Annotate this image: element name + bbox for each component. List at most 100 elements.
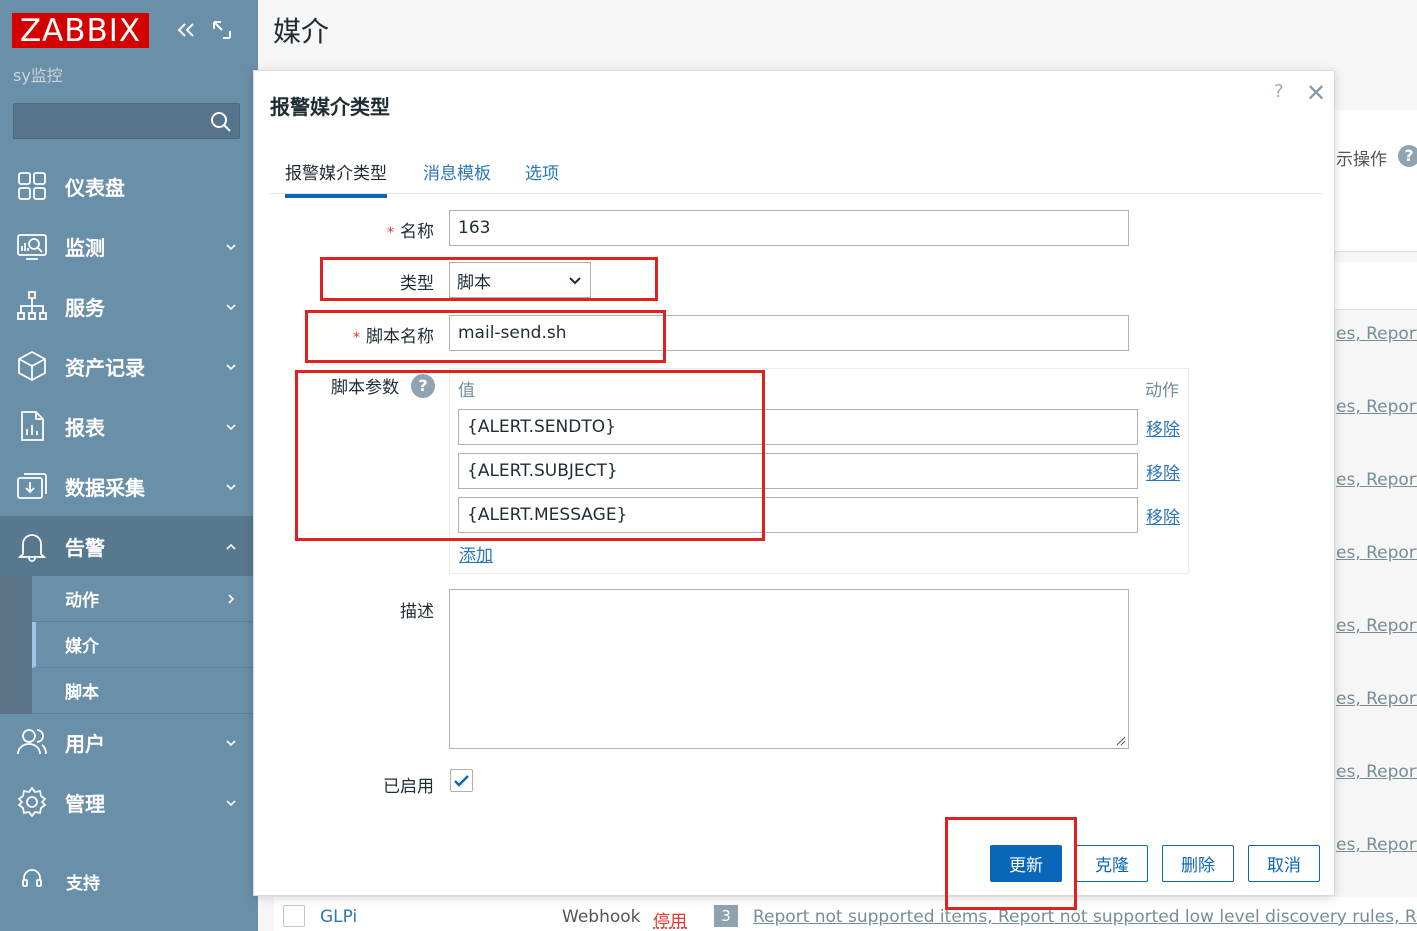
nav-label: 资产记录: [65, 355, 145, 380]
chevron-down-icon: [569, 277, 581, 285]
column-header-value: 值: [458, 381, 475, 401]
nav-reports[interactable]: 报表: [0, 396, 258, 456]
param-input[interactable]: {ALERT.MESSAGE}: [458, 497, 1138, 533]
nav-support[interactable]: 支持: [20, 866, 100, 895]
chevron-down-icon: [226, 424, 236, 431]
description-field[interactable]: [449, 589, 1129, 749]
media-name-link[interactable]: GLPi: [320, 907, 357, 927]
chevron-down-icon: [226, 304, 236, 311]
delete-button[interactable]: 删除: [1162, 845, 1234, 882]
add-param-link[interactable]: 添加: [459, 541, 493, 566]
monitoring-icon: [17, 234, 47, 260]
count-badge: 3: [714, 905, 738, 927]
name-field[interactable]: 163: [449, 210, 1129, 246]
param-input[interactable]: {ALERT.SENDTO}: [458, 409, 1138, 445]
submenu-rail: [0, 576, 32, 714]
users-icon: [17, 729, 47, 755]
nav-dashboard[interactable]: 仪表盘: [0, 156, 258, 216]
table-header-area: [1333, 110, 1417, 252]
nav-label: 服务: [65, 295, 105, 320]
report-link[interactable]: es, Report: [1336, 762, 1417, 782]
checkmark-icon: [454, 775, 469, 787]
reports-icon: [21, 411, 44, 441]
sidebar: ZABBIX sy监控 仪表盘 监测 服务 资产记录 报表 数据采集 告警 动作…: [0, 0, 258, 931]
column-header-operations: 示操作: [1336, 150, 1387, 170]
bell-icon: [17, 534, 47, 562]
nav-inventory[interactable]: 资产记录: [0, 336, 258, 396]
update-button[interactable]: 更新: [990, 845, 1062, 882]
media-type-dialog: 报警媒介类型 ? ✕ 报警媒介类型 消息模板 选项 * 名称 163 类型 脚本 …: [253, 70, 1335, 896]
nav-label: 管理: [65, 791, 105, 816]
chevron-down-icon: [226, 244, 236, 251]
data-collection-icon: [17, 473, 47, 499]
report-link[interactable]: es, Report: [1336, 689, 1417, 709]
page-title: 媒介: [273, 15, 330, 48]
dialog-title: 报警媒介类型: [270, 95, 390, 119]
subnav-scripts[interactable]: 脚本: [32, 668, 253, 714]
enabled-checkbox[interactable]: [450, 769, 473, 792]
tab-message-templates[interactable]: 消息模板: [423, 159, 491, 184]
table-row: [1333, 262, 1417, 310]
nav-alerts[interactable]: 告警: [0, 516, 258, 576]
type-select[interactable]: 脚本: [449, 262, 591, 298]
nav-users[interactable]: 用户: [0, 712, 258, 772]
chevron-down-icon: [226, 364, 236, 371]
nav-services[interactable]: 服务: [0, 276, 258, 336]
remove-param-link[interactable]: 移除: [1146, 459, 1180, 484]
row-checkbox[interactable]: [283, 905, 305, 927]
help-icon[interactable]: ?: [1274, 81, 1284, 102]
clone-button[interactable]: 克隆: [1076, 845, 1148, 882]
subnav-media-types[interactable]: 媒介: [32, 622, 253, 668]
tab-media-type[interactable]: 报警媒介类型: [285, 159, 387, 198]
required-mark: *: [387, 225, 394, 241]
help-icon[interactable]: ?: [411, 374, 435, 398]
nav-administration[interactable]: 管理: [0, 772, 258, 832]
remove-param-link[interactable]: 移除: [1146, 503, 1180, 528]
chevron-right-icon: [228, 594, 235, 604]
nav-label: 数据采集: [65, 475, 145, 500]
script-name-field[interactable]: mail-send.sh: [449, 315, 1129, 351]
tab-options[interactable]: 选项: [525, 159, 559, 184]
subnav-label: 动作: [65, 591, 99, 611]
subnav-actions[interactable]: 动作: [32, 576, 253, 622]
report-link[interactable]: es, Report: [1336, 324, 1417, 344]
required-mark: *: [353, 330, 360, 346]
media-type: Webhook: [562, 907, 641, 927]
nav-data-collection[interactable]: 数据采集: [0, 456, 258, 516]
nav-monitoring[interactable]: 监测: [0, 216, 258, 276]
nav-label: 监测: [65, 235, 105, 260]
subnav-label: 媒介: [65, 637, 99, 657]
name-label: * 名称: [387, 222, 434, 242]
inventory-icon: [18, 350, 46, 382]
resize-handle-icon[interactable]: [1114, 734, 1126, 746]
cancel-button[interactable]: 取消: [1248, 845, 1320, 882]
help-icon[interactable]: ?: [1398, 145, 1417, 167]
search-input[interactable]: [13, 103, 240, 139]
actions-links[interactable]: Report not supported items, Report not s…: [753, 907, 1417, 927]
report-link[interactable]: es, Report: [1336, 543, 1417, 563]
alerts-submenu: 动作 媒介 脚本: [0, 576, 258, 714]
remove-param-link[interactable]: 移除: [1146, 415, 1180, 440]
close-icon[interactable]: ✕: [1306, 79, 1326, 107]
column-header-action: 动作: [1145, 381, 1179, 401]
search-icon[interactable]: [209, 110, 233, 134]
script-params-label: 脚本参数: [331, 378, 399, 398]
script-name-label: * 脚本名称: [353, 327, 434, 347]
param-input[interactable]: {ALERT.SUBJECT}: [458, 453, 1138, 489]
zabbix-logo[interactable]: ZABBIX: [12, 13, 149, 49]
report-link[interactable]: es, Report: [1336, 397, 1417, 417]
report-link[interactable]: es, Report: [1336, 470, 1417, 490]
report-link[interactable]: es, Report: [1336, 616, 1417, 636]
nav-label: 仪表盘: [65, 175, 125, 200]
nav-label: 报表: [65, 415, 105, 440]
chevron-down-icon: [226, 740, 236, 747]
type-select-value: 脚本: [457, 272, 491, 293]
script-params-table: 值 动作 {ALERT.SENDTO} 移除 {ALERT.SUBJECT} 移…: [449, 368, 1189, 574]
table-row: GLPi Webhook 停用 3 Report not supported i…: [274, 897, 1417, 931]
collapse-sidebar-icon[interactable]: [174, 18, 198, 42]
kiosk-mode-icon[interactable]: [210, 18, 234, 42]
status-badge[interactable]: 停用: [653, 907, 687, 931]
report-link[interactable]: es, Report: [1336, 835, 1417, 855]
chevron-down-icon: [226, 484, 236, 491]
enabled-label: 已启用: [383, 777, 434, 797]
